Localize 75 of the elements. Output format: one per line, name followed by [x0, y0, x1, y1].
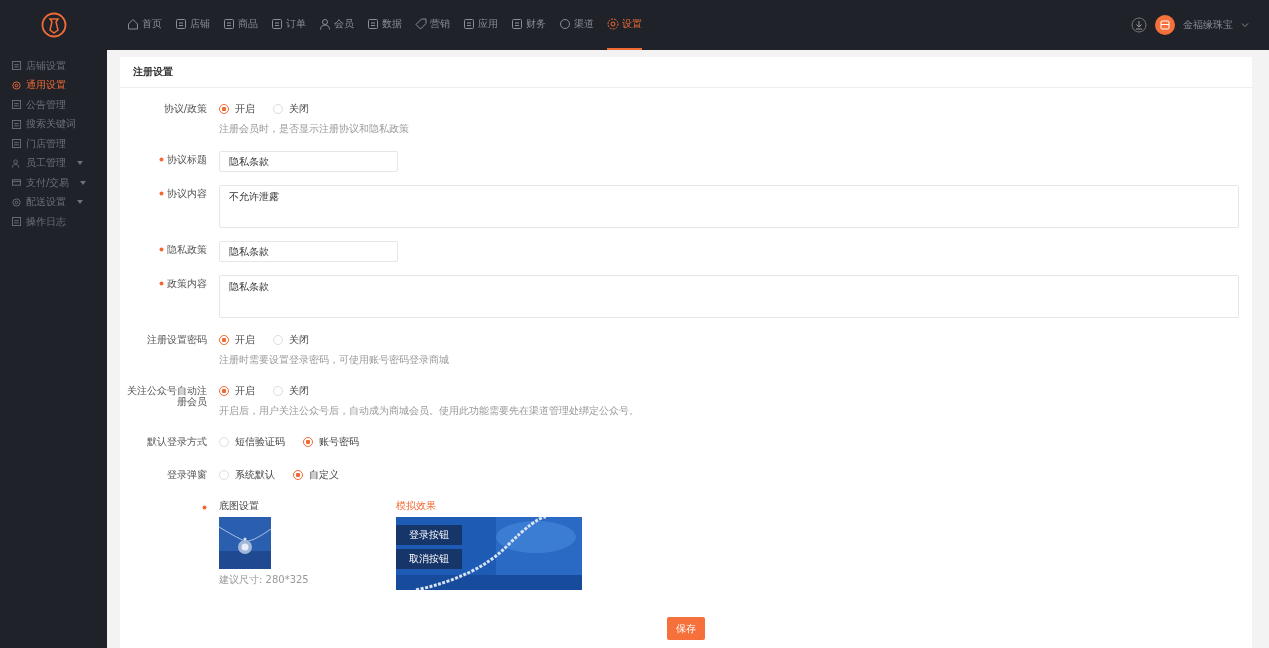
radio-option[interactable]: 自定义 — [293, 468, 339, 482]
sidebar-item[interactable]: 店铺设置 — [0, 56, 107, 76]
download-icon[interactable] — [1131, 17, 1147, 33]
field-label: 注册设置密码 — [147, 334, 207, 345]
settings-icon — [12, 197, 21, 207]
settings-icon — [607, 18, 619, 30]
card-icon — [12, 178, 21, 188]
hint-text: 开启后，用户关注公众号后，自动成为商城会员。使用此功能需要先在渠道管理处绑定公众号。 — [219, 404, 640, 418]
nav-tab[interactable]: 首页 — [127, 0, 162, 50]
person-icon — [12, 158, 21, 168]
size-hint: 建议尺寸: 280*325 — [219, 573, 309, 587]
settings-icon — [12, 80, 21, 90]
radio-option[interactable]: 短信验证码 — [219, 435, 285, 449]
sidebar-item[interactable]: 员工管理 — [0, 153, 107, 173]
radio-option[interactable]: 账号密码 — [303, 435, 359, 449]
tag-icon — [415, 18, 427, 30]
nav-tab[interactable]: 设置 — [607, 0, 642, 50]
document-icon — [12, 61, 21, 71]
document-icon — [511, 18, 523, 30]
document-icon — [367, 18, 379, 30]
document-icon — [12, 100, 21, 110]
sidebar-item[interactable]: 搜索关键词 — [0, 114, 107, 134]
document-icon — [223, 18, 235, 30]
text-area[interactable]: 不允许泄露 — [219, 185, 1239, 228]
text-field[interactable]: 隐私条款 — [219, 241, 398, 262]
nav-tab[interactable]: 营销 — [415, 0, 450, 50]
document-icon — [12, 139, 21, 149]
hint-text: 注册会员时，是否显示注册协议和隐私政策 — [219, 122, 410, 136]
nav-tab[interactable]: 订单 — [271, 0, 306, 50]
field-label: 关注公众号自动注册会员 — [126, 385, 207, 407]
radio-option[interactable]: 开启 — [219, 333, 255, 347]
nav-tab[interactable]: 店铺 — [175, 0, 210, 50]
text-field[interactable]: 隐私条款 — [219, 151, 398, 172]
save-button[interactable]: 保存 — [667, 617, 705, 640]
nav-tab[interactable]: 财务 — [511, 0, 546, 50]
logo-icon — [40, 12, 67, 38]
field-label: 协议标题 — [167, 154, 207, 165]
document-icon — [12, 217, 21, 227]
nav-tab[interactable]: 应用 — [463, 0, 498, 50]
document-icon — [175, 18, 187, 30]
nav-tab[interactable]: 会员 — [319, 0, 354, 50]
radio-option[interactable]: 关闭 — [273, 333, 309, 347]
radio-option[interactable]: 开启 — [219, 102, 255, 116]
sidebar-item[interactable]: 配送设置 — [0, 192, 107, 212]
home-icon — [127, 18, 139, 30]
sidebar-item[interactable]: 操作日志 — [0, 212, 107, 232]
field-label: 隐私政策 — [167, 244, 207, 255]
field-label: 登录弹窗 — [167, 469, 207, 480]
circle-icon — [559, 18, 571, 30]
field-label: 协议/政策 — [163, 103, 207, 114]
store-avatar-icon[interactable] — [1155, 15, 1175, 35]
nav-tab[interactable]: 渠道 — [559, 0, 594, 50]
text-area[interactable]: 隐私条款 — [219, 275, 1239, 318]
field-label: 底图设置 — [219, 499, 259, 513]
document-icon — [463, 18, 475, 30]
hint-text: 注册时需要设置登录密码，可使用账号密码登录商城 — [219, 353, 450, 367]
sidebar-item[interactable]: 公告管理 — [0, 95, 107, 115]
card-title: 注册设置 — [133, 65, 173, 79]
sidebar-item[interactable]: 支付/交易 — [0, 173, 107, 193]
radio-option[interactable]: 开启 — [219, 384, 255, 398]
person-icon — [319, 18, 331, 30]
field-label: 默认登录方式 — [147, 436, 207, 447]
field-label: 协议内容 — [167, 188, 207, 199]
document-icon — [271, 18, 283, 30]
nav-tab[interactable]: 数据 — [367, 0, 402, 50]
sidebar-item[interactable]: 门店管理 — [0, 134, 107, 154]
user-menu[interactable]: 金福缘珠宝 — [1183, 18, 1233, 32]
preview-label: 模拟效果 — [395, 499, 436, 513]
radio-option[interactable]: 关闭 — [273, 102, 309, 116]
radio-option[interactable]: 系统默认 — [219, 468, 275, 482]
document-icon — [12, 119, 21, 129]
sidebar-item[interactable]: 通用设置 — [0, 75, 107, 95]
radio-option[interactable]: 关闭 — [273, 384, 309, 398]
nav-tab[interactable]: 商品 — [223, 0, 258, 50]
field-label: 政策内容 — [167, 278, 207, 289]
